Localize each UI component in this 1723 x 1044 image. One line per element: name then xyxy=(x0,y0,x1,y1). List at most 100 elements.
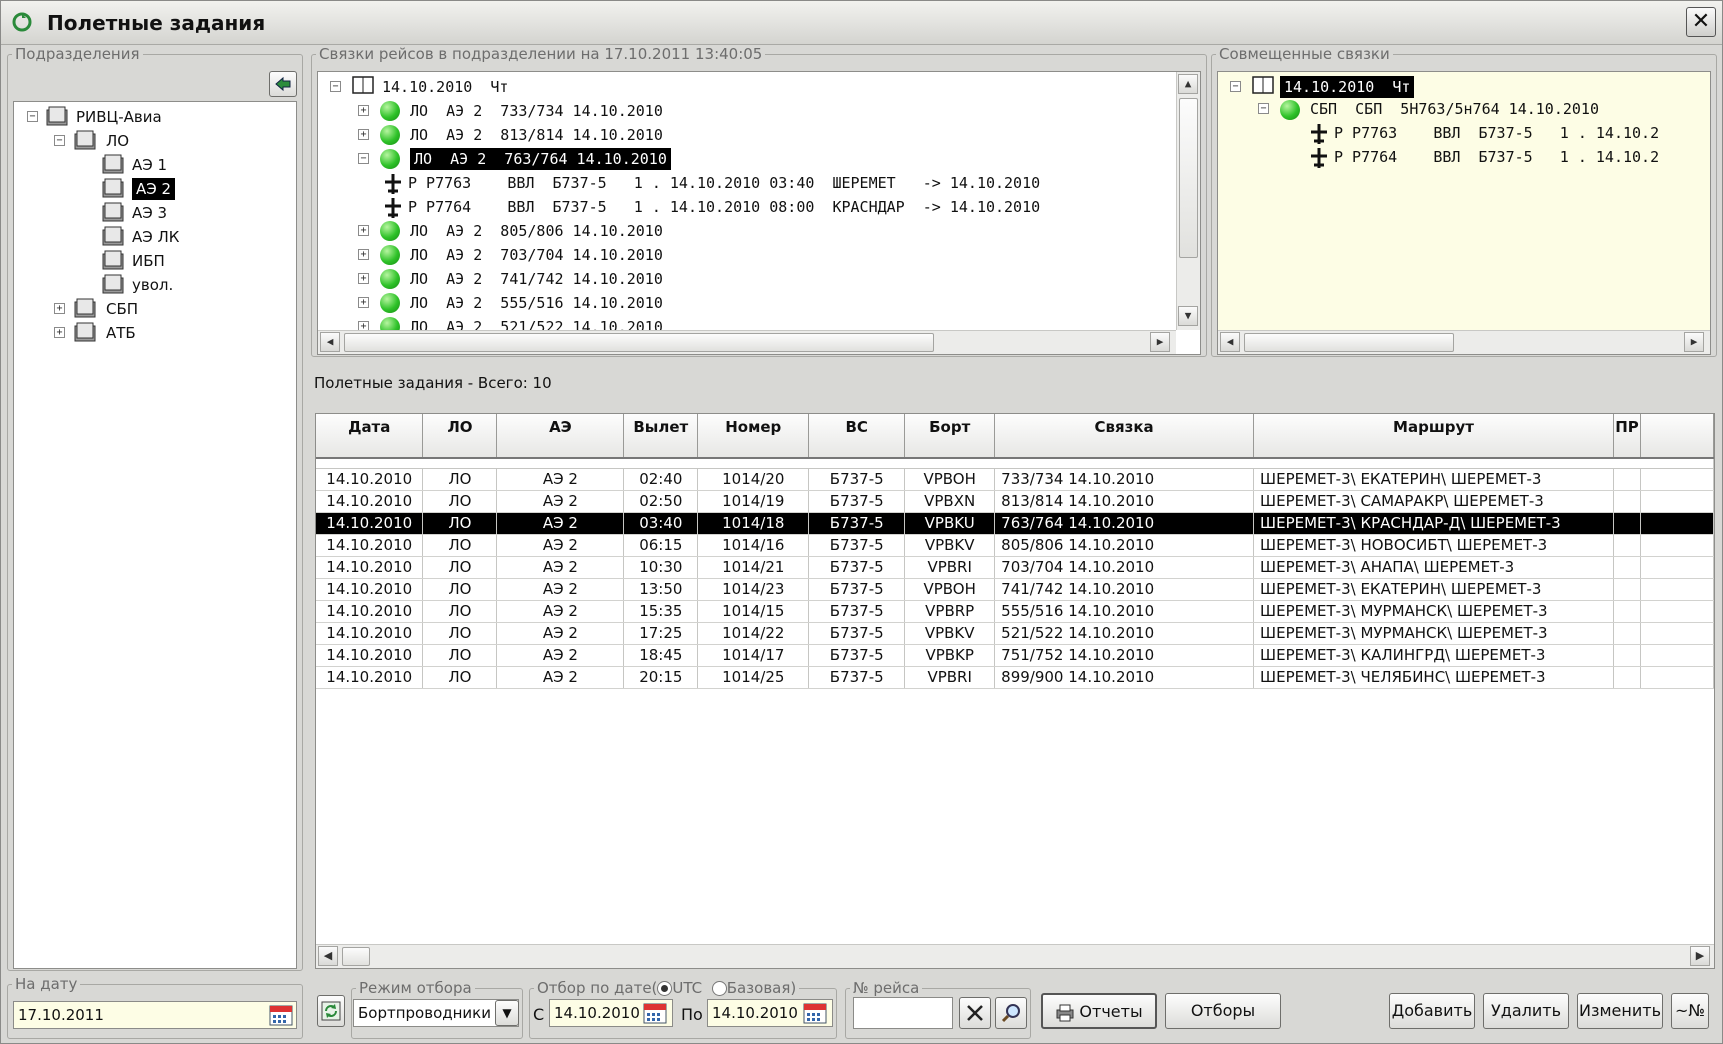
column-header[interactable]: Вылет xyxy=(623,414,699,459)
table-cell: 1014/15 xyxy=(697,600,810,623)
number-button[interactable]: ~№ xyxy=(1671,993,1709,1029)
links-day[interactable]: 14.10.2010 Чт xyxy=(382,76,508,98)
link-row[interactable]: ЛО АЭ 2 703/704 14.10.2010 xyxy=(410,244,663,266)
delete-button[interactable]: Удалить xyxy=(1483,993,1569,1029)
tree-node-root[interactable]: РИВЦ-Авиа xyxy=(76,106,162,128)
column-header[interactable]: ПР xyxy=(1613,414,1641,459)
column-header[interactable]: Связка xyxy=(994,414,1255,459)
combined-flight-row[interactable]: Р Р7764 ВВЛ Б737-5 1 . 14.10.2 xyxy=(1334,146,1659,168)
link-row[interactable]: ЛО АЭ 2 733/734 14.10.2010 xyxy=(410,100,663,122)
table-cell: ШЕРЕМЕТ-3\ МУРМАНСК\ ШЕРЕМЕТ-3 xyxy=(1253,622,1614,645)
column-header[interactable] xyxy=(1640,414,1714,459)
scroll-right-button[interactable]: ▶ xyxy=(1690,946,1710,966)
flight-row[interactable]: Р Р7764 ВВЛ Б737-5 1 . 14.10.2010 08:00 … xyxy=(408,196,1040,218)
table-row[interactable]: 14.10.2010 ЛО АЭ 2 13:50 1014/23 Б737-5 VPBOH 7… xyxy=(316,578,1714,601)
table-row[interactable]: 14.10.2010 ЛО АЭ 2 10:30 1014/21 Б737-5 VPBRI 7… xyxy=(316,556,1714,579)
table-row[interactable]: 14.10.2010 ЛО АЭ 2 20:15 1014/25 Б737-5 VPBRI 8… xyxy=(316,666,1714,689)
utc-radio[interactable] xyxy=(657,981,673,996)
expand-toggle[interactable]: + xyxy=(358,225,369,236)
table-row[interactable]: 14.10.2010 ЛО АЭ 2 02:50 1014/19 Б737-5 VPBXN 8… xyxy=(316,490,1714,513)
collapse-panel-button[interactable] xyxy=(269,71,297,97)
table-row[interactable]: 14.10.2010 ЛО АЭ 2 17:25 1014/22 Б737-5 VPBKV 5… xyxy=(316,622,1714,645)
link-row[interactable]: ЛО АЭ 2 763/764 14.10.2010 xyxy=(410,148,671,170)
scroll-right-button[interactable]: ▶ xyxy=(1150,332,1170,352)
tree-node-child[interactable]: АЭ 3 xyxy=(132,202,167,224)
expand-toggle[interactable]: + xyxy=(358,129,369,140)
expand-toggle[interactable]: + xyxy=(358,297,369,308)
collapse-toggle[interactable]: − xyxy=(1258,103,1269,114)
tree-node-lo[interactable]: ЛО xyxy=(106,130,129,152)
column-header[interactable]: Дата xyxy=(316,414,424,459)
links-vscroll[interactable]: ▲ ▼ xyxy=(1176,72,1200,330)
expand-toggle[interactable]: + xyxy=(358,273,369,284)
tree-node-child[interactable]: ИБП xyxy=(132,250,165,272)
mode-dropdown-button[interactable]: ▼ xyxy=(495,1000,519,1026)
link-row[interactable]: ЛО АЭ 2 741/742 14.10.2010 xyxy=(410,268,663,290)
find-button[interactable] xyxy=(995,997,1027,1029)
table-cell: Б737-5 xyxy=(808,644,906,667)
scroll-left-button[interactable]: ◀ xyxy=(1220,332,1240,352)
folder-icon xyxy=(102,178,124,198)
flight-row[interactable]: Р Р7763 ВВЛ Б737-5 1 . 14.10.2010 03:40 … xyxy=(408,172,1040,194)
scroll-thumb[interactable] xyxy=(342,947,370,966)
column-header[interactable]: Борт xyxy=(904,414,996,459)
tree-node-division[interactable]: СБП xyxy=(106,298,138,320)
table-row[interactable]: 14.10.2010 ЛО АЭ 2 02:40 1014/20 Б737-5 VPBOH 7… xyxy=(316,468,1714,491)
base-radio[interactable] xyxy=(711,981,727,996)
collapse-toggle[interactable]: − xyxy=(1230,81,1241,92)
expand-toggle[interactable]: + xyxy=(54,327,65,338)
close-button[interactable]: ✕ xyxy=(1686,7,1716,37)
combined-flight-row[interactable]: Р Р7763 ВВЛ Б737-5 1 . 14.10.2 xyxy=(1334,122,1659,144)
link-row[interactable]: ЛО АЭ 2 813/814 14.10.2010 xyxy=(410,124,663,146)
expand-toggle[interactable]: + xyxy=(358,249,369,260)
add-button[interactable]: Добавить xyxy=(1389,993,1475,1029)
scroll-up-button[interactable]: ▲ xyxy=(1178,74,1198,94)
column-header[interactable]: ЛО xyxy=(422,414,498,459)
column-header[interactable]: Номер xyxy=(697,414,810,459)
collapse-toggle[interactable]: − xyxy=(358,153,369,164)
expand-toggle[interactable]: + xyxy=(358,105,369,116)
collapse-toggle[interactable]: − xyxy=(54,135,65,146)
tree-node-division[interactable]: АТБ xyxy=(106,322,136,344)
collapse-toggle[interactable]: − xyxy=(330,81,341,92)
collapse-toggle[interactable]: − xyxy=(27,111,38,122)
table-row[interactable]: 14.10.2010 ЛО АЭ 2 15:35 1014/15 Б737-5 VPBRP 5… xyxy=(316,600,1714,623)
scroll-thumb[interactable] xyxy=(1244,333,1454,352)
tree-node-child[interactable]: увол. xyxy=(132,274,173,296)
scroll-left-button[interactable]: ◀ xyxy=(320,332,340,352)
title-bar: Полетные задания ✕ xyxy=(1,1,1722,45)
column-header[interactable]: Маршрут xyxy=(1253,414,1614,459)
on-date-input[interactable]: 17.10.2011 xyxy=(13,1001,297,1029)
column-header[interactable]: АЭ xyxy=(496,414,625,459)
clear-button[interactable] xyxy=(959,997,991,1029)
scroll-down-button[interactable]: ▼ xyxy=(1178,306,1198,326)
tree-node-child[interactable]: АЭ ЛК xyxy=(132,226,179,248)
tree-node-child[interactable]: АЭ 1 xyxy=(132,154,167,176)
edit-button[interactable]: Изменить xyxy=(1577,993,1663,1029)
flight-no-input[interactable] xyxy=(853,997,953,1029)
scroll-thumb[interactable] xyxy=(1179,98,1198,258)
calendar-icon[interactable] xyxy=(643,1002,667,1024)
table-cell: 1014/17 xyxy=(697,644,810,667)
table-row[interactable]: 14.10.2010 ЛО АЭ 2 18:45 1014/17 Б737-5 VPBKP 7… xyxy=(316,644,1714,667)
link-row[interactable]: ЛО АЭ 2 805/806 14.10.2010 xyxy=(410,220,663,242)
scroll-thumb[interactable] xyxy=(344,333,934,352)
filters-button[interactable]: Отборы xyxy=(1165,993,1281,1029)
table-row[interactable]: 14.10.2010 ЛО АЭ 2 03:40 1014/18 Б737-5 VPBKU 7… xyxy=(316,512,1714,535)
link-row[interactable]: ЛО АЭ 2 555/516 14.10.2010 xyxy=(410,292,663,314)
refresh-button[interactable] xyxy=(317,995,345,1027)
tasks-hscroll[interactable]: ◀ ▶ xyxy=(316,944,1714,968)
expand-toggle[interactable]: + xyxy=(54,303,65,314)
calendar-icon[interactable] xyxy=(269,1004,293,1026)
scroll-left-button[interactable]: ◀ xyxy=(318,946,338,966)
links-hscroll[interactable]: ◀ ▶ xyxy=(318,330,1176,354)
table-row[interactable]: 14.10.2010 ЛО АЭ 2 06:15 1014/16 Б737-5 VPBKV 8… xyxy=(316,534,1714,557)
combined-hscroll[interactable]: ◀ ▶ xyxy=(1218,330,1710,354)
scroll-right-button[interactable]: ▶ xyxy=(1684,332,1704,352)
combined-day[interactable]: 14.10.2010 Чт xyxy=(1280,76,1415,98)
combined-group-row[interactable]: СБП СБП 5Н763/5н764 14.10.2010 xyxy=(1310,98,1599,120)
reports-button[interactable]: Отчеты xyxy=(1041,993,1157,1029)
calendar-icon[interactable] xyxy=(803,1002,827,1024)
tree-node-child[interactable]: АЭ 2 xyxy=(132,178,176,200)
column-header[interactable]: ВС xyxy=(808,414,906,459)
